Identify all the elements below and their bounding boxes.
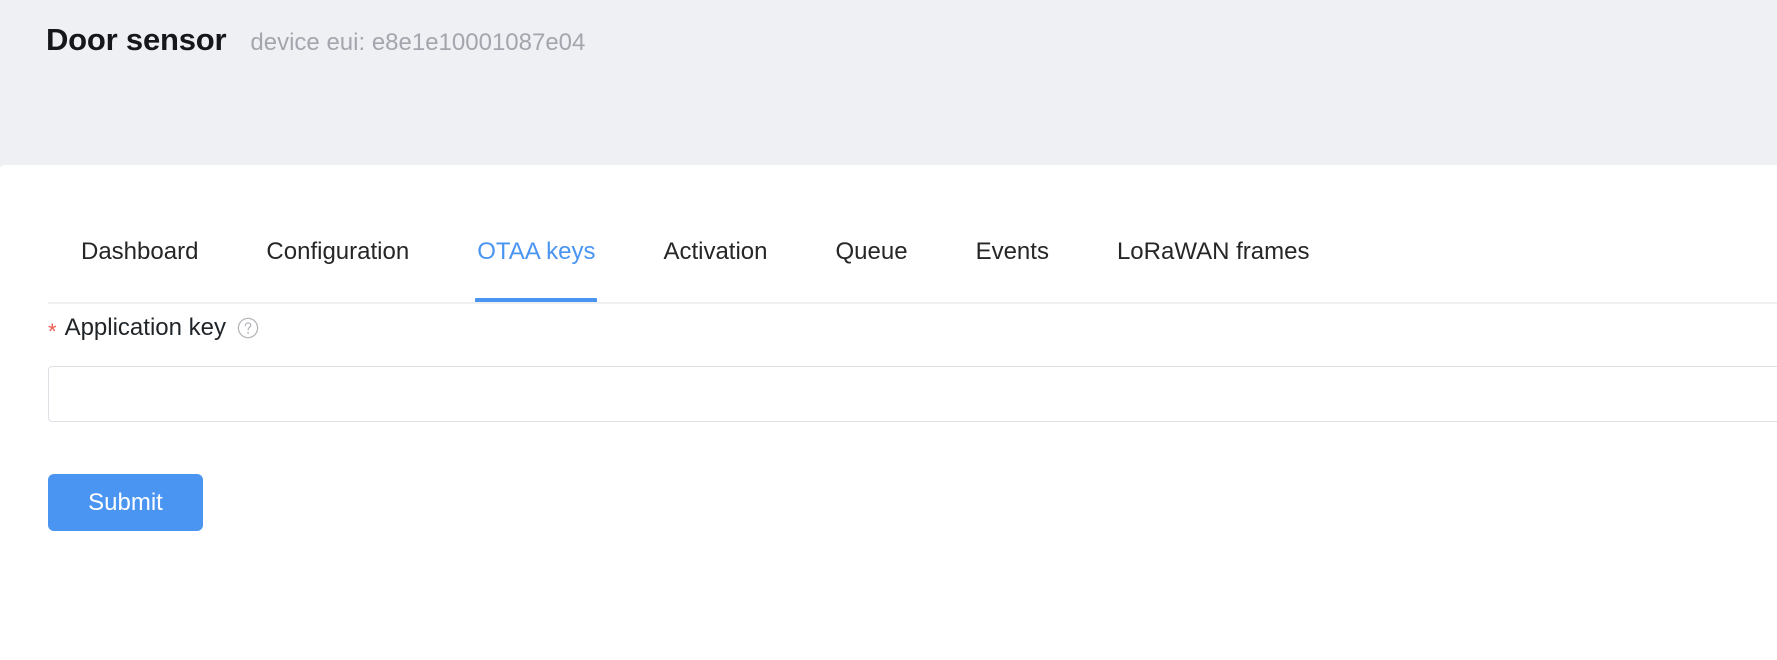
required-asterisk-icon: *	[48, 319, 57, 344]
tab-otaa-keys[interactable]: OTAA keys	[443, 202, 629, 303]
otaa-keys-form: * Application key Submit	[48, 313, 1777, 531]
application-key-input[interactable]	[48, 366, 1777, 422]
device-eui-label: device eui: e8e1e10001087e04	[250, 29, 586, 56]
page-header-content: Door sensor device eui: e8e1e10001087e04	[46, 22, 585, 58]
tab-activation[interactable]: Activation	[629, 202, 801, 302]
application-key-label-row: * Application key	[48, 313, 1777, 343]
tab-configuration[interactable]: Configuration	[232, 202, 443, 302]
page-title: Door sensor	[46, 22, 227, 57]
tab-bar: Dashboard Configuration OTAA keys Activa…	[48, 202, 1777, 304]
tab-lorawan-frames[interactable]: LoRaWAN frames	[1083, 202, 1344, 302]
device-detail-page: Door sensor device eui: e8e1e10001087e04…	[0, 0, 1777, 660]
page-header: Door sensor device eui: e8e1e10001087e04	[0, 0, 1777, 165]
submit-button[interactable]: Submit	[48, 474, 203, 531]
application-key-label: Application key	[64, 314, 226, 341]
tab-dashboard[interactable]: Dashboard	[48, 202, 232, 302]
tab-queue[interactable]: Queue	[802, 202, 942, 302]
tab-bar-divider	[48, 302, 1777, 304]
tab-events[interactable]: Events	[942, 202, 1083, 302]
tab-list: Dashboard Configuration OTAA keys Activa…	[48, 202, 1344, 303]
content-card: Dashboard Configuration OTAA keys Activa…	[0, 165, 1777, 660]
question-circle-icon[interactable]	[237, 317, 259, 339]
